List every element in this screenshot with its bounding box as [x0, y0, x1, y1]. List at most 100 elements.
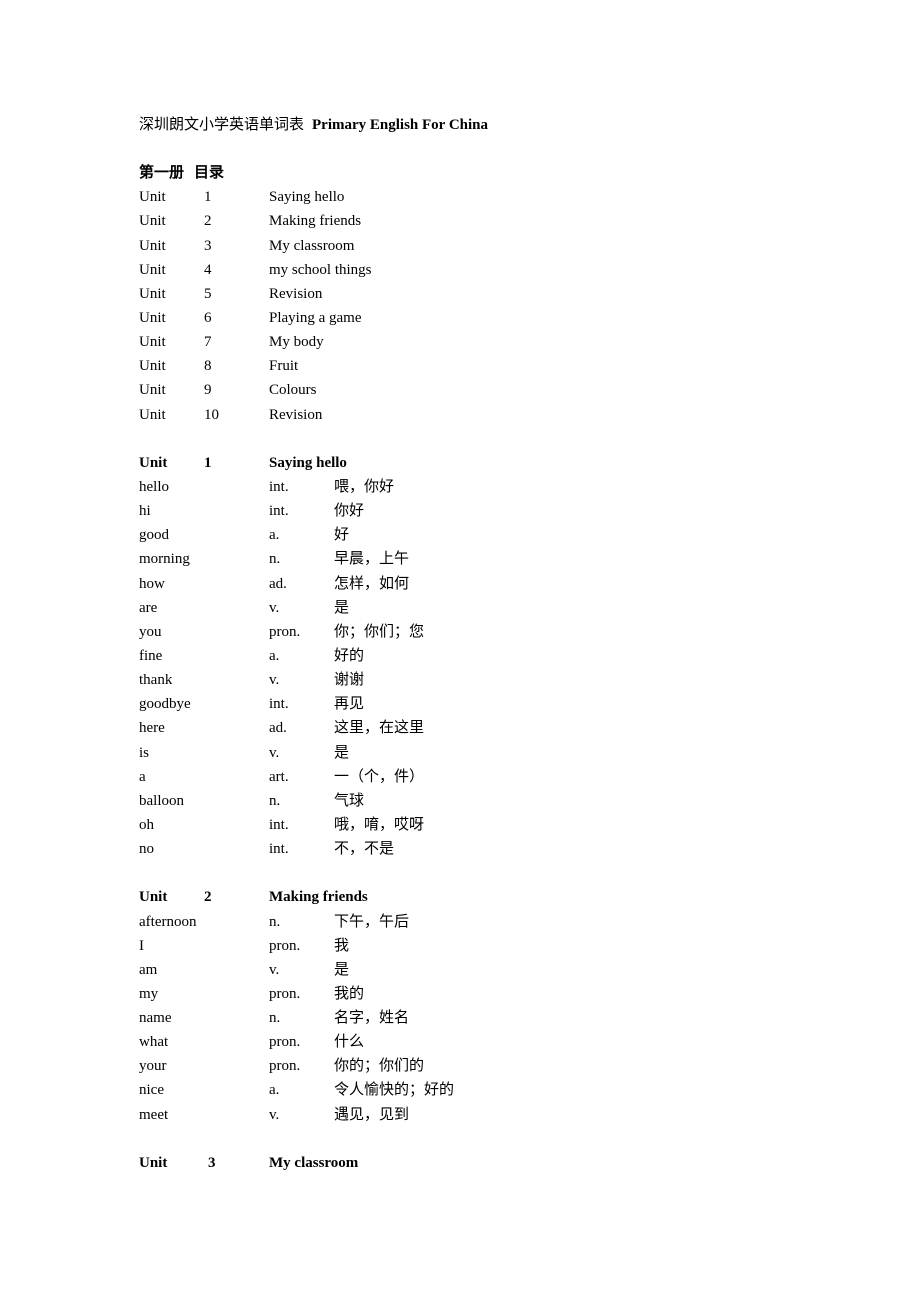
toc-unit-name: Colours	[269, 382, 317, 399]
toc-unit-label: Unit	[139, 261, 166, 278]
unit-heading-number: 1	[204, 454, 212, 471]
toc-unit-number: 3	[204, 237, 212, 254]
vocab-row: hi int. 你好	[139, 499, 839, 523]
vocab-row: morning n. 早晨，上午	[139, 547, 839, 571]
unit-section: Unit 1 Saying hello hello int. 喂，你好 hi int.…	[139, 451, 839, 861]
vocab-meaning: 名字，姓名	[334, 1010, 410, 1027]
vocab-pos: art.	[269, 768, 289, 785]
toc-unit-number: 5	[204, 285, 212, 302]
vocab-meaning: 是	[334, 744, 350, 761]
vocab-row: hello int. 喂，你好	[139, 475, 839, 499]
vocab-row: name n. 名字，姓名	[139, 1006, 839, 1030]
vocab-meaning: 一（个，件）	[334, 768, 425, 785]
vocab-word: a	[139, 768, 146, 785]
toc-heading-contents: 目录	[194, 165, 225, 182]
vocab-pos: n.	[269, 792, 281, 809]
toc-item: Unit 6 Playing a game	[139, 306, 839, 330]
vocab-row: a art. 一（个，件）	[139, 765, 839, 789]
vocab-row: no int. 不，不是	[139, 837, 839, 861]
vocab-word: are	[139, 599, 158, 616]
toc-item: Unit 1 Saying hello	[139, 185, 839, 209]
vocab-pos: int.	[269, 696, 289, 713]
vocab-pos: a.	[269, 647, 280, 664]
unit-heading: Unit 1 Saying hello	[139, 451, 839, 475]
vocab-meaning: 再见	[334, 696, 365, 713]
vocab-meaning: 谢谢	[334, 672, 365, 689]
vocab-word: no	[139, 841, 154, 858]
vocab-word: nice	[139, 1082, 164, 1099]
vocab-meaning: 是	[334, 961, 350, 978]
title-english: Primary English For China	[312, 117, 489, 133]
vocab-word: good	[139, 527, 169, 544]
title-chinese: 深圳朗文小学英语单词表	[139, 117, 305, 133]
vocab-meaning: 这里，在这里	[334, 720, 425, 737]
unit-heading-name: Making friends	[269, 889, 368, 906]
vocab-meaning: 喂，你好	[334, 478, 395, 495]
vocab-row: are v. 是	[139, 596, 839, 620]
vocab-word: hi	[139, 503, 151, 520]
vocab-row: your pron. 你的；你们的	[139, 1054, 839, 1078]
vocab-row: oh int. 哦，唷，哎呀	[139, 813, 839, 837]
toc-unit-number: 4	[204, 261, 212, 278]
unit-heading-name: Saying hello	[269, 454, 347, 471]
vocab-pos: int.	[269, 816, 289, 833]
toc-unit-name: Revision	[269, 285, 323, 302]
toc-unit-label: Unit	[139, 334, 166, 351]
vocab-pos: v.	[269, 744, 280, 761]
toc-unit-number: 10	[204, 406, 219, 423]
vocab-pos: n.	[269, 913, 281, 930]
vocab-word: here	[139, 720, 165, 737]
toc-unit-name: my school things	[269, 261, 372, 278]
toc-item: Unit 2 Making friends	[139, 209, 839, 233]
document-title: 深圳朗文小学英语单词表 Primary English For China	[139, 113, 839, 137]
vocab-word: I	[139, 937, 144, 954]
vocab-meaning: 我的	[334, 985, 365, 1002]
toc-unit-number: 2	[204, 213, 212, 230]
vocab-meaning: 你；你们；您	[334, 623, 425, 640]
vocab-row: goodbye int. 再见	[139, 692, 839, 716]
vocab-row: is v. 是	[139, 741, 839, 765]
unit-heading-label: Unit	[139, 889, 168, 906]
vocab-word: morning	[139, 551, 190, 568]
vocab-word: your	[139, 1058, 167, 1075]
vocab-pos: pron.	[269, 1034, 301, 1051]
unit-heading-label: Unit	[139, 454, 168, 471]
vocab-word: you	[139, 623, 162, 640]
vocab-word: goodbye	[139, 696, 191, 713]
toc-item: Unit 5 Revision	[139, 282, 839, 306]
vocab-pos: a.	[269, 1082, 280, 1099]
vocab-meaning: 什么	[334, 1034, 365, 1051]
unit-heading-label: Unit	[139, 1154, 168, 1171]
vocab-pos: int.	[269, 478, 289, 495]
toc-item: Unit 3 My classroom	[139, 234, 839, 258]
vocab-meaning: 不，不是	[334, 841, 395, 858]
vocab-pos: v.	[269, 672, 280, 689]
toc-unit-name: Saying hello	[269, 189, 345, 206]
vocab-row: my pron. 我的	[139, 982, 839, 1006]
toc-item: Unit 4 my school things	[139, 258, 839, 282]
vocab-row: balloon n. 气球	[139, 789, 839, 813]
vocab-meaning: 遇见，见到	[334, 1106, 410, 1123]
vocab-meaning: 下午，午后	[334, 913, 410, 930]
vocab-word: meet	[139, 1106, 169, 1123]
toc-unit-label: Unit	[139, 285, 166, 302]
vocab-row: thank v. 谢谢	[139, 668, 839, 692]
vocab-row: Ipron. 我	[139, 934, 839, 958]
vocab-pos: a.	[269, 527, 280, 544]
vocab-meaning: 早晨，上午	[334, 551, 410, 568]
vocab-pos: pron.	[269, 985, 301, 1002]
vocab-pos: n.	[269, 551, 281, 568]
vocab-pos: pron.	[269, 623, 301, 640]
vocab-word: name	[139, 1010, 172, 1027]
unit-section: Unit 2 Making friends afternoon n. 下午，午后 I…	[139, 885, 839, 1126]
vocab-meaning: 是	[334, 599, 350, 616]
vocab-word: afternoon	[139, 913, 197, 930]
vocab-meaning: 好的	[334, 647, 365, 664]
toc-list: Unit 1 Saying hello Unit 2 Making friend…	[139, 185, 839, 426]
vocab-meaning: 好	[334, 527, 350, 544]
vocab-word: fine	[139, 647, 163, 664]
vocab-row: you pron. 你；你们；您	[139, 620, 839, 644]
